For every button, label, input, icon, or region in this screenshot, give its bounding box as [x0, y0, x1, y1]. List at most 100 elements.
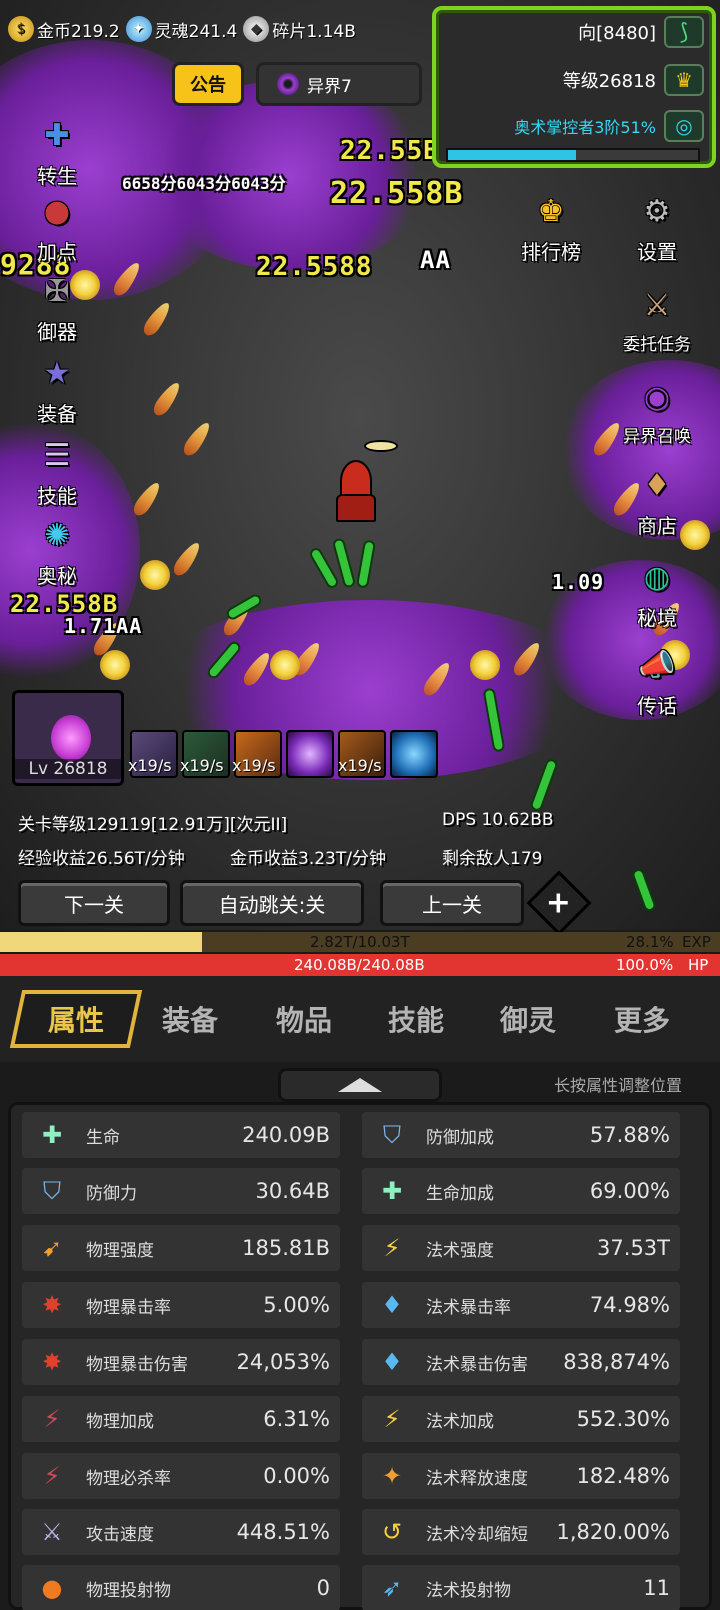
tab-more[interactable]: 更多: [582, 990, 702, 1048]
spell-projectile-icon: ➶: [381, 1574, 403, 1602]
attr-row[interactable]: ⚡ 法术加成 552.30%: [362, 1396, 680, 1442]
attr-row[interactable]: ⚡ 物理加成 6.31%: [22, 1396, 340, 1442]
crossed-swords-icon: ⚔: [643, 287, 671, 323]
menu-arcana[interactable]: ✺ 奥秘: [12, 510, 102, 589]
rift-label: 异界7: [307, 76, 352, 97]
attr-row[interactable]: ⚔ 攻击速度 448.51%: [22, 1509, 340, 1555]
phys-bonus-icon: ⚡: [43, 1405, 61, 1433]
scroll-icon: ☰: [43, 437, 71, 473]
next-stage-button[interactable]: 下一关: [18, 880, 170, 926]
attr-row[interactable]: ✸ 物理暴击率 5.00%: [22, 1282, 340, 1328]
light-orb: [140, 560, 170, 590]
rank-label: 奥术掌控者3阶51%: [514, 118, 656, 137]
notice-button[interactable]: 公告: [172, 62, 244, 106]
megaphone-icon: 📣: [638, 647, 676, 683]
attr-row[interactable]: ⛉ 防御加成 57.88%: [362, 1112, 680, 1158]
attr-row[interactable]: ♦ 法术暴击伤害 838,874%: [362, 1339, 680, 1385]
skill-rate: x19/s: [232, 756, 276, 775]
tentacle: [358, 541, 374, 587]
rift-button[interactable]: 异界7: [256, 62, 422, 106]
menu-shop[interactable]: ♦ 商店: [612, 460, 702, 539]
skill-slot-void[interactable]: [286, 730, 334, 778]
rank-row[interactable]: 奥术掌控者3阶51% ◎: [514, 110, 704, 142]
tab-equipment[interactable]: 装备: [130, 990, 250, 1048]
dragon-egg-icon: [51, 715, 91, 761]
phys-power-icon: ➹: [41, 1234, 63, 1262]
prev-stage-button[interactable]: 上一关: [380, 880, 524, 926]
flame-projectile: [130, 479, 164, 519]
tab-spirits[interactable]: 御灵: [468, 990, 588, 1048]
attr-row[interactable]: ● 物理投射物 0: [22, 1565, 340, 1610]
attr-row[interactable]: ⛉ 防御力 30.64B: [22, 1168, 340, 1214]
menu-secret-realm[interactable]: ◍ 秘境: [612, 552, 702, 631]
tab-skills[interactable]: 技能: [356, 990, 476, 1048]
menu-settings[interactable]: ⚙ 设置: [612, 186, 702, 265]
hp-tag: HP: [688, 956, 709, 974]
crystal-icon: ♦: [381, 1348, 403, 1376]
cast-speed-icon: ✦: [381, 1462, 403, 1490]
collapse-button[interactable]: [278, 1068, 442, 1102]
sword-icon: ⚔: [41, 1518, 63, 1546]
life-icon: ✚: [381, 1177, 403, 1205]
attr-row[interactable]: ↺ 法术冷却缩短 1,820.00%: [362, 1509, 680, 1555]
attr-row[interactable]: ✚ 生命加成 69.00%: [362, 1168, 680, 1214]
attr-row[interactable]: ✚ 生命 240.09B: [22, 1112, 340, 1158]
chevron-up-icon: [338, 1078, 382, 1092]
meat-icon: ●: [43, 193, 71, 229]
crystal-icon: ♦: [381, 1291, 403, 1319]
level-row[interactable]: 等级26818 ♛: [563, 64, 704, 96]
wings-icon: [364, 440, 398, 452]
flame-projectile: [170, 539, 204, 579]
player-avatar[interactable]: Lv 26818: [12, 690, 124, 786]
exp-percent: 28.1%: [626, 933, 674, 951]
skill-slot-water[interactable]: [390, 730, 438, 778]
exp-value: 2.82T/10.03T: [310, 933, 410, 951]
attr-row[interactable]: ✸ 物理暴击伤害 24,053%: [22, 1339, 340, 1385]
attr-row[interactable]: ✦ 法术释放速度 182.48%: [362, 1453, 680, 1499]
damage-number: 22.558B: [330, 176, 464, 211]
star-shield-icon: ★: [43, 355, 71, 391]
menu-artifact[interactable]: ✠ 御器: [12, 266, 102, 345]
damage-number: 22.558B: [10, 590, 119, 618]
menu-leaderboard[interactable]: ♚ 排行榜: [506, 186, 596, 265]
claw-icon: ⟆: [664, 16, 704, 48]
faction-row[interactable]: 向[8480] ⟆: [578, 16, 704, 48]
tentacle: [334, 539, 354, 587]
life-icon: ✚: [41, 1121, 63, 1149]
menu-points[interactable]: ● 加点: [12, 186, 102, 265]
tentacle: [310, 548, 338, 588]
gold-income: 金币收益3.23T/分钟: [230, 849, 386, 869]
currency-bar: $ 金币219.2 ✦ 灵魂241.4 ◆ 碎片1.14B: [0, 6, 420, 52]
rank-progress-bar: [446, 148, 700, 162]
skill-rate: x19/s: [180, 756, 224, 775]
lightning-icon: ⚡: [383, 1405, 401, 1433]
light-orb: [100, 650, 130, 680]
attr-row[interactable]: ➹ 物理强度 185.81B: [22, 1225, 340, 1271]
hp-bar: 240.08B/240.08B 100.0% HP: [0, 954, 720, 976]
attr-row[interactable]: ♦ 法术暴击率 74.98%: [362, 1282, 680, 1328]
hero-mage: [334, 460, 378, 524]
vortex-icon: ◎: [664, 110, 704, 142]
phys-crit-dmg-icon: ✸: [41, 1348, 63, 1376]
tab-items[interactable]: 物品: [244, 990, 364, 1048]
menu-commission[interactable]: ⚔ 委托任务: [612, 280, 702, 356]
gold-counter: $ 金币219.2: [8, 16, 120, 42]
soul-counter: ✦ 灵魂241.4: [125, 16, 237, 42]
attr-row[interactable]: ⚡ 法术强度 37.53T: [362, 1225, 680, 1271]
tab-attributes[interactable]: 属性: [9, 990, 143, 1048]
artifact-icon: ✠: [44, 273, 70, 309]
swirl-icon: [277, 73, 299, 95]
menu-equipment[interactable]: ★ 装备: [12, 348, 102, 427]
shard-icon: ◆: [243, 16, 270, 42]
enemies-left: 剩余敌人179: [442, 849, 543, 869]
damage-tag: AA: [420, 246, 451, 274]
menu-broadcast[interactable]: 📣 传话: [612, 640, 702, 719]
attr-row[interactable]: ⚡ 物理必杀率 0.00%: [22, 1453, 340, 1499]
player-status-panel[interactable]: 向[8480] ⟆ 等级26818 ♛ 奥术掌控者3阶51% ◎: [432, 6, 716, 168]
auto-skip-toggle[interactable]: 自动跳关:关: [180, 880, 364, 926]
menu-rift-summon[interactable]: ◉ 异界召唤: [612, 372, 702, 448]
menu-skills[interactable]: ☰ 技能: [12, 430, 102, 509]
lightning-icon: ⚡: [383, 1234, 401, 1262]
attr-row[interactable]: ➶ 法术投射物 11: [362, 1565, 680, 1610]
menu-rebirth[interactable]: ✚ 转生: [12, 110, 102, 189]
